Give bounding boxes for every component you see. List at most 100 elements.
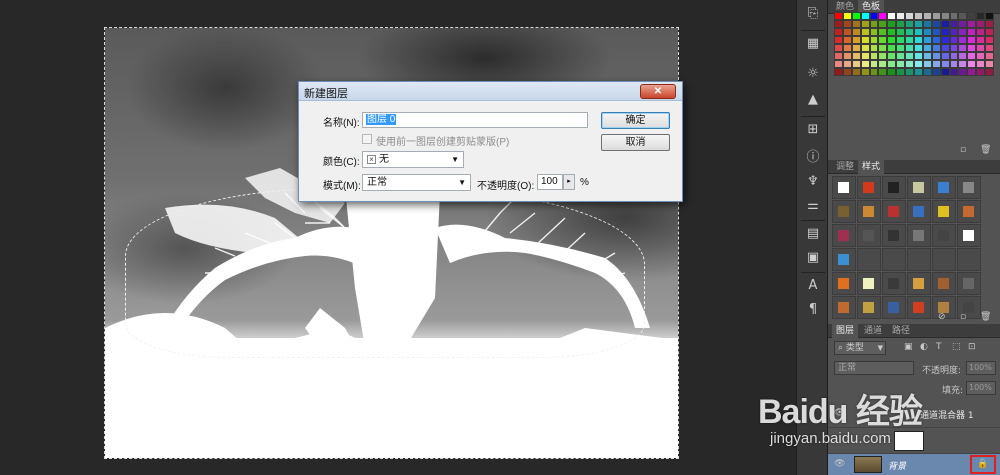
- color-swatch[interactable]: [887, 36, 897, 44]
- color-swatch[interactable]: [958, 20, 968, 28]
- color-swatch[interactable]: [967, 20, 977, 28]
- color-swatch[interactable]: [914, 36, 923, 44]
- clip-mask-checkbox[interactable]: [362, 134, 372, 144]
- color-swatch[interactable]: [905, 36, 914, 44]
- opacity-input[interactable]: 100: [537, 174, 563, 190]
- color-swatch[interactable]: [931, 12, 941, 20]
- color-swatch[interactable]: [860, 28, 870, 36]
- blend-mode-dropdown[interactable]: 正常: [834, 361, 914, 375]
- color-swatch[interactable]: [958, 60, 968, 68]
- style-preset[interactable]: [932, 176, 956, 199]
- style-preset[interactable]: [857, 272, 881, 295]
- actions-icon[interactable]: ☼: [803, 64, 823, 84]
- color-swatch[interactable]: [922, 28, 932, 36]
- color-swatch[interactable]: [958, 68, 968, 76]
- style-preset[interactable]: [832, 200, 856, 223]
- color-swatch[interactable]: [851, 52, 861, 60]
- color-swatch[interactable]: [887, 44, 897, 52]
- paragraph-icon[interactable]: ¶: [803, 300, 823, 320]
- color-swatch[interactable]: [851, 36, 861, 44]
- history-icon[interactable]: ⎘: [803, 4, 823, 24]
- style-preset[interactable]: [832, 296, 856, 319]
- color-swatch[interactable]: [940, 60, 950, 68]
- color-swatch[interactable]: [851, 28, 861, 36]
- filter-pixel-icon[interactable]: ▣: [904, 342, 913, 352]
- style-preset[interactable]: [957, 200, 981, 223]
- color-swatch[interactable]: [931, 68, 941, 76]
- color-swatch[interactable]: [860, 12, 870, 20]
- color-swatch[interactable]: [958, 28, 968, 36]
- histogram-icon[interactable]: ▲: [803, 90, 823, 110]
- color-swatch[interactable]: [869, 52, 879, 60]
- color-swatch[interactable]: [914, 20, 923, 28]
- color-swatch[interactable]: [940, 20, 950, 28]
- color-swatch[interactable]: [878, 12, 888, 20]
- color-swatch[interactable]: [869, 28, 879, 36]
- color-swatch[interactable]: [931, 28, 941, 36]
- color-swatch[interactable]: [967, 44, 977, 52]
- filter-smart-icon[interactable]: ⊡: [968, 342, 976, 352]
- color-swatch[interactable]: [949, 52, 959, 60]
- color-swatch[interactable]: [922, 52, 932, 60]
- tab-adjustments[interactable]: 调整: [832, 160, 858, 174]
- color-swatch[interactable]: [976, 36, 986, 44]
- cancel-button[interactable]: 取消: [601, 134, 670, 151]
- color-swatch[interactable]: [967, 28, 977, 36]
- new-swatch-icon[interactable]: ▫: [960, 145, 966, 155]
- color-swatch[interactable]: [958, 44, 968, 52]
- style-preset[interactable]: [832, 248, 856, 271]
- filter-type-icon[interactable]: T: [936, 342, 942, 352]
- style-preset[interactable]: [957, 272, 981, 295]
- color-swatch[interactable]: [931, 36, 941, 44]
- color-swatch[interactable]: [860, 44, 870, 52]
- color-swatch[interactable]: [896, 44, 906, 52]
- style-preset[interactable]: [882, 176, 906, 199]
- filter-shape-icon[interactable]: ⬚: [952, 342, 961, 352]
- color-swatch[interactable]: [905, 44, 914, 52]
- color-swatch[interactable]: [887, 28, 897, 36]
- style-preset[interactable]: [882, 248, 906, 271]
- color-swatch[interactable]: [887, 52, 897, 60]
- color-swatch[interactable]: [949, 68, 959, 76]
- color-swatch[interactable]: [949, 36, 959, 44]
- layer-opacity-input[interactable]: 100%: [966, 361, 996, 375]
- color-swatch[interactable]: [940, 36, 950, 44]
- tab-layers[interactable]: 图层: [832, 324, 859, 338]
- color-swatch[interactable]: [887, 12, 897, 20]
- color-swatch[interactable]: [860, 52, 870, 60]
- color-swatch[interactable]: [914, 68, 923, 76]
- style-preset[interactable]: [957, 248, 981, 271]
- clear-style-icon[interactable]: ⊘: [938, 312, 946, 322]
- style-preset[interactable]: [932, 272, 956, 295]
- style-preset[interactable]: [907, 296, 931, 319]
- style-preset[interactable]: [907, 176, 931, 199]
- color-swatch[interactable]: [967, 12, 977, 20]
- color-swatch[interactable]: [922, 36, 932, 44]
- color-swatch[interactable]: [967, 52, 977, 60]
- color-swatch[interactable]: [985, 44, 994, 52]
- color-swatch[interactable]: [985, 60, 994, 68]
- color-swatch[interactable]: [878, 52, 888, 60]
- color-swatch[interactable]: [985, 28, 994, 36]
- color-swatch[interactable]: [940, 12, 950, 20]
- mode-dropdown[interactable]: 正常 ▼: [362, 174, 471, 191]
- delete-swatch-icon[interactable]: 🗑: [980, 145, 991, 155]
- properties-icon[interactable]: ▣: [803, 248, 823, 268]
- new-style-icon[interactable]: ▫: [960, 312, 966, 322]
- color-swatch[interactable]: [869, 36, 879, 44]
- color-swatch[interactable]: [887, 20, 897, 28]
- style-preset[interactable]: [957, 224, 981, 247]
- color-swatch[interactable]: [869, 44, 879, 52]
- color-swatch[interactable]: [976, 52, 986, 60]
- color-swatch[interactable]: [914, 44, 923, 52]
- style-preset[interactable]: [857, 296, 881, 319]
- color-swatch[interactable]: [967, 36, 977, 44]
- color-swatch[interactable]: [860, 36, 870, 44]
- style-preset[interactable]: [857, 176, 881, 199]
- color-swatch[interactable]: [860, 60, 870, 68]
- color-swatch[interactable]: [931, 44, 941, 52]
- color-swatch[interactable]: [834, 68, 843, 76]
- brush-icon[interactable]: ♆: [803, 172, 823, 192]
- color-swatch[interactable]: [842, 20, 852, 28]
- style-grid[interactable]: [832, 176, 1000, 319]
